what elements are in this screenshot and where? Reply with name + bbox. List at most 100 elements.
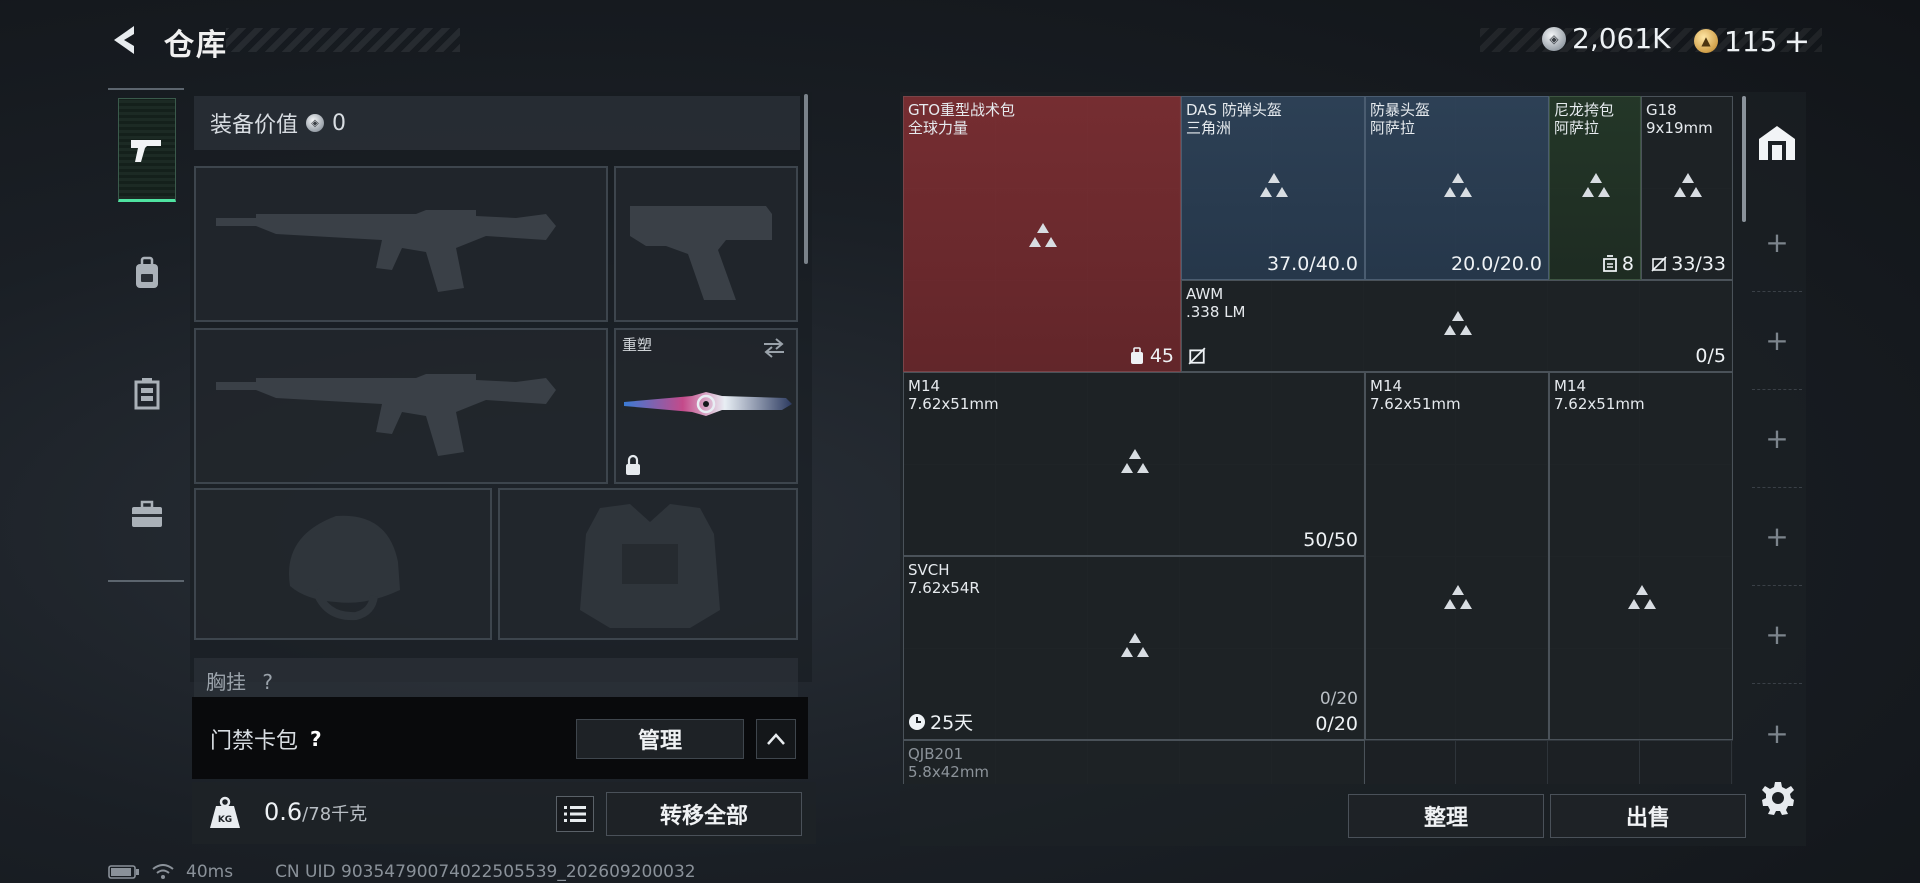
briefcase-icon	[132, 500, 162, 527]
uid-readout: CN UID 90354790074022505539_202609200032	[275, 862, 696, 882]
storage-item-awm[interactable]: AWM .338 LM 0/5	[1181, 280, 1733, 372]
access-card-help-icon[interactable]: ?	[310, 727, 322, 751]
loadout-scrollbar[interactable]	[804, 94, 808, 264]
add-storage-tab[interactable]: +	[1752, 194, 1802, 292]
chest-rig-help: ?	[262, 670, 273, 694]
storage-tab-home[interactable]	[1752, 118, 1802, 168]
item-sub: 5.8x42mm	[908, 763, 990, 781]
backpack-icon	[136, 256, 158, 288]
melee-slot-label: 重塑	[622, 336, 653, 354]
chest-rig-icon	[134, 378, 160, 410]
kg-weight-icon: KG	[210, 796, 240, 828]
silver-amount: 2,061K	[1572, 22, 1671, 55]
storage-item-m14[interactable]: M14 7.62x51mm 50/50	[903, 372, 1365, 556]
rail-item-rig[interactable]	[118, 342, 176, 446]
item-name: M14	[908, 377, 941, 395]
rarity-triangle-icon	[1121, 633, 1149, 657]
swap-arrows-icon[interactable]	[760, 336, 788, 360]
svg-text:KG: KG	[218, 815, 232, 825]
storage-item-qjb201[interactable]: QJB201 5.8x42mm	[903, 740, 1365, 784]
rarity-triangle-icon	[1121, 449, 1149, 473]
plus-icon: +	[1765, 324, 1789, 357]
storage-item-m14[interactable]: M14 7.62x51mm	[1365, 372, 1549, 740]
weight-bar: KG 0.6/78千克 转移全部	[192, 782, 816, 844]
rarity-triangle-icon	[1444, 585, 1472, 609]
storage-item-riot-helmet[interactable]: 防暴头盔 阿萨拉 20.0/20.0	[1365, 96, 1549, 280]
warehouse-icon	[1759, 126, 1795, 160]
rail-item-backpack[interactable]	[118, 222, 176, 326]
add-storage-tab[interactable]: +	[1752, 684, 1802, 782]
silver-currency[interactable]: ◈ 2,061K	[1542, 22, 1671, 55]
wifi-icon	[152, 864, 174, 879]
sort-button[interactable]: 整理	[1348, 794, 1544, 838]
item-name: GTO重型战术包	[908, 101, 1016, 119]
equipment-value-bar: 装备价值 ◈ 0	[194, 96, 800, 150]
item-stat: 8	[1621, 253, 1634, 275]
page-title: 仓库	[164, 28, 228, 63]
rail-item-weapons[interactable]	[118, 98, 176, 202]
secondary-primary-weapon-slot[interactable]	[194, 328, 608, 484]
helmet-silhouette-icon	[288, 515, 400, 621]
chest-rig-label: 胸挂	[206, 670, 246, 694]
storage-scrollbar[interactable]	[1742, 96, 1746, 222]
item-sub: 7.62x51mm	[908, 395, 999, 413]
item-name: M14	[1370, 377, 1403, 395]
transfer-all-button[interactable]: 转移全部	[606, 792, 802, 836]
add-storage-tab[interactable]: +	[1752, 586, 1802, 684]
body-armor-slot[interactable]	[498, 488, 798, 640]
add-storage-tab[interactable]: +	[1752, 488, 1802, 586]
storage-item-nylon-pouch[interactable]: 尼龙挎包 阿萨拉 8	[1549, 96, 1641, 280]
storage-grid[interactable]: GTO重型战术包 全球力量 45 DAS 防弹头盔 三角洲 37.0/40.0 防暴…	[903, 96, 1733, 784]
manage-button[interactable]: 管理	[576, 719, 744, 759]
silver-coin-icon: ◈	[1542, 26, 1566, 51]
plus-icon: +	[1765, 716, 1789, 750]
gear-icon[interactable]	[1760, 780, 1796, 816]
vest-silhouette-icon	[580, 504, 720, 628]
item-sub: 全球力量	[908, 119, 969, 137]
item-sub: 9x19mm	[1646, 119, 1713, 137]
rail-item-toolbox[interactable]	[118, 462, 176, 566]
item-stat: 0/20	[1315, 713, 1358, 735]
gold-triangle-icon: ▲	[1694, 29, 1718, 53]
storage-item-svch[interactable]: SVCH 7.62x54R 0/20 0/20 25天	[903, 556, 1365, 740]
pouch-capacity-icon	[1603, 255, 1617, 272]
storage-item-gto-backpack[interactable]: GTO重型战术包 全球力量 45	[903, 96, 1181, 372]
item-name: DAS 防弹头盔	[1186, 101, 1282, 119]
item-stat: 50/50	[1303, 529, 1358, 551]
item-stat: 45	[1149, 345, 1174, 367]
storage-item-g18[interactable]: G18 9x19mm 33/33	[1641, 96, 1733, 280]
add-storage-tab[interactable]: +	[1752, 292, 1802, 390]
secondary-weapon-slot[interactable]	[614, 166, 798, 322]
status-bar: 40ms CN UID 90354790074022505539_2026092…	[108, 862, 696, 882]
add-storage-tab[interactable]: +	[1752, 390, 1802, 488]
melee-weapon-slot[interactable]: 重塑	[614, 328, 798, 484]
item-sub: 7.62x51mm	[1554, 395, 1645, 413]
helmet-slot[interactable]	[194, 488, 492, 640]
item-name: QJB201	[908, 745, 964, 763]
access-card-label-group: 门禁卡包 ?	[210, 723, 322, 755]
equipment-value-amount: 0	[332, 110, 347, 136]
primary-weapon-slot[interactable]	[194, 166, 608, 322]
storage-item-das-helmet[interactable]: DAS 防弹头盔 三角洲 37.0/40.0	[1181, 96, 1365, 280]
item-name: M14	[1554, 377, 1587, 395]
no-ammo-icon	[1188, 347, 1206, 365]
gold-plus[interactable]: +	[1783, 22, 1810, 60]
item-stat: 20.0/20.0	[1450, 253, 1542, 275]
item-name: G18	[1646, 101, 1677, 119]
list-icon	[564, 806, 586, 822]
list-view-button[interactable]	[556, 796, 594, 832]
storage-item-m14[interactable]: M14 7.62x51mm	[1549, 372, 1733, 740]
collapse-button[interactable]	[756, 719, 796, 759]
gold-currency[interactable]: ▲ 115 +	[1694, 22, 1810, 60]
item-sub: .338 LM	[1186, 303, 1246, 321]
access-card-bar: 门禁卡包 ? 管理	[192, 697, 808, 779]
sell-button[interactable]: 出售	[1550, 794, 1746, 838]
chevron-up-icon	[767, 733, 785, 745]
plus-icon: +	[1765, 618, 1789, 651]
chest-rig-row[interactable]: 胸挂 ?	[194, 658, 798, 698]
equipment-value-label: 装备价值	[210, 113, 299, 138]
back-arrow-icon[interactable]	[108, 22, 144, 58]
item-stat: 0/5	[1695, 345, 1726, 367]
item-sub: 7.62x51mm	[1370, 395, 1461, 413]
item-name: AWM	[1186, 285, 1224, 303]
